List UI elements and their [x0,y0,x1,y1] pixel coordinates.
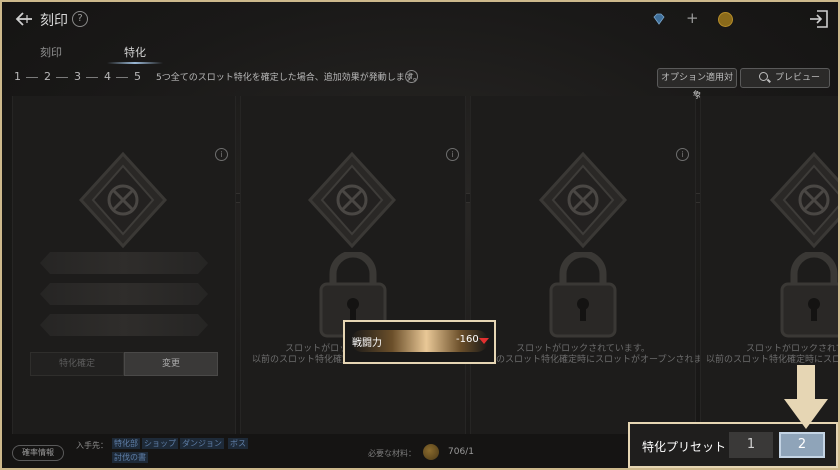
combat-power-label: 戦闘力 [352,338,382,349]
lock-icon [780,252,838,338]
coin-icon [718,12,733,27]
source-link[interactable]: ショップ [142,438,178,449]
preview-button[interactable]: プレビュー [740,68,830,88]
material-coin-icon [423,444,439,460]
change-button[interactable]: 変更 [124,352,218,376]
preset-button-1[interactable]: 1 [729,432,773,458]
preset-button-2[interactable]: 2 [779,432,825,458]
material-count: 706/1 [448,447,474,457]
step-divider [26,77,38,78]
steps-description: 5つ全てのスロット特化を確定した場合、追加効果が発動します。 [156,73,422,83]
source-link[interactable]: 特化部 [112,438,140,449]
step-divider [86,77,98,78]
option-target-button[interactable]: オプション適用対象 [657,68,737,101]
slot-emblem-icon[interactable] [533,150,633,250]
active-tab-indicator [107,62,163,64]
step-3: 3 [74,70,81,83]
slot-emblem-icon[interactable] [73,150,173,250]
material-label: 必要な材料： [368,449,416,458]
combat-power-popup: 戦闘力 -160 [343,320,496,364]
slot-emblem-icon[interactable] [302,150,402,250]
back-arrow-icon[interactable] [14,9,34,29]
locked-line-1: スロットがロックされていま [746,344,838,354]
step-2: 2 [44,70,51,83]
preview-label: プレビュー [775,73,821,83]
tab-specialization[interactable]: 特化 [124,44,146,60]
plus-icon[interactable]: + [686,9,699,27]
source-link[interactable]: ダンジョン [180,438,224,449]
combat-power-change: -160 [456,334,479,345]
locked-line-2: 以前のスロット特化確定時にスロットがオープンされます。 [478,355,720,365]
page-title: 刻印 [40,13,68,29]
source-label: 入手先： [76,441,108,450]
option-bar-3[interactable] [40,314,208,336]
locked-line-1: スロットがロックされています。 [516,344,650,354]
lock-icon [549,252,617,338]
step-divider [56,77,68,78]
info-icon[interactable]: i [405,70,418,83]
probability-info-button[interactable]: 確率情報 [12,445,64,461]
decrease-arrow-icon [479,338,489,344]
step-4: 4 [104,70,111,83]
help-icon[interactable]: ? [72,11,88,27]
step-divider [116,77,128,78]
locked-message: スロットがロックされています。 以前のスロット特化確定時にスロットがオープンされ… [478,344,720,366]
gem-icon [653,13,665,25]
source-link[interactable]: 討伐の書 [112,452,148,463]
step-1: 1 [14,70,21,83]
top-bar: 刻印 ? + [2,2,838,36]
down-arrow-hint-icon [784,365,828,429]
search-icon [759,72,768,81]
slot-emblem-icon[interactable] [764,150,840,250]
option-bar-2[interactable] [40,283,208,305]
preset-label: 特化プリセット [642,440,727,454]
slot-info-icon[interactable]: i [446,148,459,161]
tab-bar: 刻印 特化 [2,42,302,64]
fix-specialization-button[interactable]: 特化確定 [30,352,124,376]
slot-info-icon[interactable]: i [215,148,228,161]
step-5: 5 [134,70,141,83]
option-bar-1[interactable] [40,252,208,274]
source-link[interactable]: ボス [228,438,248,449]
slot-info-icon[interactable]: i [676,148,689,161]
tab-engraving[interactable]: 刻印 [40,44,62,60]
locked-message: スロットがロックされていま 以前のスロット特化確定時にスロットが [706,344,838,366]
exit-icon[interactable] [808,9,830,29]
